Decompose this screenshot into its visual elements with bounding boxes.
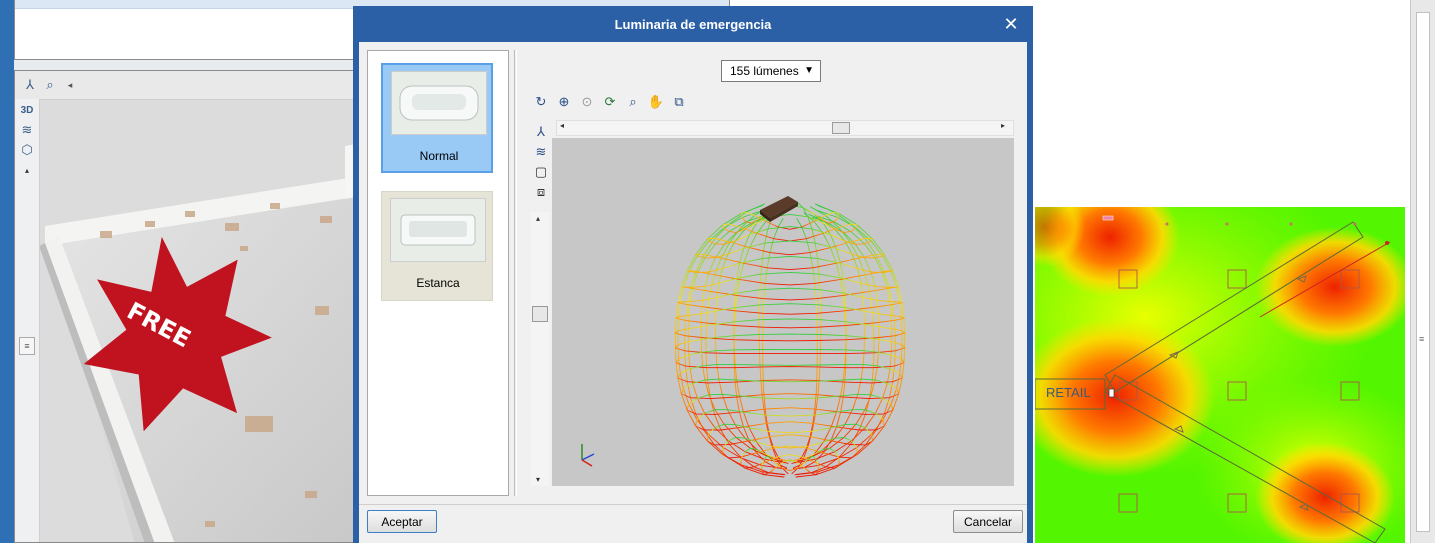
photometric-mesh [581,196,906,478]
separator [514,50,515,496]
window-frame [0,0,14,543]
room-label: RETAIL [1046,385,1091,400]
axes-icon[interactable]: ⅄ [531,122,551,142]
axis-gizmo [581,444,595,467]
lumen-dropdown[interactable]: 155 lúmenes ▼ [721,60,821,82]
luminaire-estanca-image [390,198,486,262]
box-icon[interactable]: ⬡ [18,141,36,159]
dialog-body: Normal Estanca 155 lúmenes ▼ ↻ ⊕ ⊙ ⟳ ⌕ ✋… [359,42,1027,543]
close-icon[interactable]: ✕ [997,10,1025,38]
fit-view-icon[interactable]: ⧉ [669,92,689,112]
luminaire-model [760,196,798,222]
scroll-down-icon[interactable]: ▾ [536,475,540,484]
zoom-window-icon[interactable]: ⌕ [623,92,643,112]
luminaire-item-estanca[interactable]: Estanca [381,191,493,301]
scroll-up-icon[interactable]: ▴ [18,163,36,177]
viewer-vertical-scrollbar[interactable]: ▴ ▾ [531,212,549,486]
luminaire-label: Normal [419,149,459,163]
viewer-toolbar: ↻ ⊕ ⊙ ⟳ ⌕ ✋ ⧉ [531,92,731,116]
scroll-up-icon[interactable]: ▴ [536,214,540,223]
zoom-x2-icon[interactable]: ⊙ [577,92,597,112]
illuminance-heatmap[interactable]: RETAIL [1035,207,1405,543]
refresh-icon[interactable]: ⟳ [600,92,620,112]
dialog-title: Luminaria de emergencia [614,16,772,32]
viewer-horizontal-scrollbar[interactable]: ◂ ▸ [556,120,1014,136]
cancel-button[interactable]: Cancelar [953,510,1023,533]
zoom-all-icon[interactable]: ⊕ [554,92,574,112]
horizontal-scroll-thumb[interactable] [832,122,850,134]
grip-icon: ≡ [1419,334,1425,344]
left-view-toolbar: ⅄ ⌕ ◂ [15,71,359,100]
vertical-scroll-thumb[interactable]: ≡ [19,337,35,355]
scroll-left-icon[interactable]: ◂ [61,76,79,94]
footer-divider [359,504,1027,505]
left-view-side-toolbar: 3D ≋ ⬡ ▴ ≡ [15,99,40,542]
luminaire-label: Estanca [416,276,460,290]
luminaire-list: Normal Estanca [367,50,509,496]
layers-icon[interactable]: ≋ [531,142,551,162]
scroll-thumb[interactable] [1416,12,1430,532]
left-3d-view[interactable]: FREE ⅄ ⌕ ◂ 3D ≋ ⬡ ▴ ≡ [14,70,360,543]
photometric-3d-canvas[interactable] [552,138,1014,486]
pan-hand-icon[interactable]: ✋ [646,92,666,112]
chevron-down-icon: ▼ [804,65,814,76]
axes-icon[interactable]: ⅄ [21,76,39,94]
3d-icon[interactable]: 3D [18,101,36,119]
separator [516,50,517,496]
zoom-window-icon[interactable]: ⌕ [41,76,59,94]
layers-icon[interactable]: ≋ [18,121,36,139]
emergency-luminaire-dialog: Luminaria de emergencia ✕ Normal Estanca… [353,6,1033,543]
accept-button[interactable]: Aceptar [367,510,437,533]
heatmap-plan [1035,207,1405,543]
scroll-right-icon[interactable]: ▸ [1001,121,1005,130]
luminaire-normal-image [391,71,487,135]
luminaire-item-normal[interactable]: Normal [381,63,493,173]
viewer-side-toolbar: ⅄ ≋ ▢ ⧈ [531,120,553,212]
lumen-dropdown-value: 155 lúmenes [730,64,799,78]
scroll-left-icon[interactable]: ◂ [560,121,564,130]
box-icon[interactable]: ▢ [531,162,551,182]
vertical-scroll-thumb[interactable] [532,306,548,322]
views-icon[interactable]: ⧈ [531,182,551,202]
rotate-icon[interactable]: ↻ [531,92,551,112]
right-vertical-scrollbar[interactable]: ≡ [1410,0,1435,543]
